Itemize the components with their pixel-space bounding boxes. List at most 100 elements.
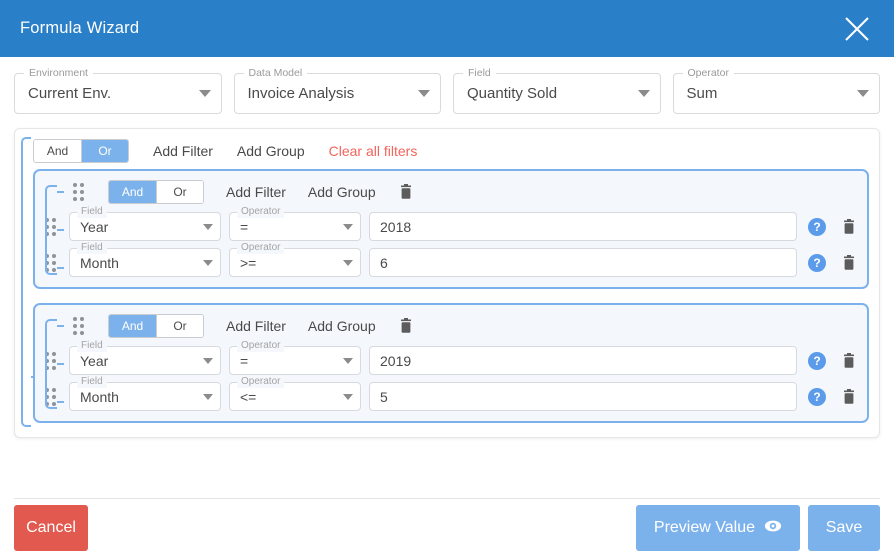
chevron-down-icon <box>203 224 213 230</box>
group-add-filter-button[interactable]: Add Filter <box>226 318 286 334</box>
filter-field-value: Year <box>80 219 197 235</box>
filter-operator-select[interactable]: Operator = <box>229 346 361 375</box>
root-add-group-button[interactable]: Add Group <box>237 143 305 159</box>
root-bracket <box>21 137 31 427</box>
filter-value-input[interactable]: 2018 <box>369 212 797 241</box>
eye-icon <box>764 517 782 540</box>
filter-operator-value: = <box>240 219 337 235</box>
group-toggle-or[interactable]: Or <box>156 315 203 337</box>
group-bracket-stub <box>57 401 64 403</box>
filter-field-label: Field <box>77 241 107 254</box>
group-add-group-button[interactable]: Add Group <box>308 318 376 334</box>
window-title: Formula Wizard <box>20 19 139 38</box>
operator-value: Sum <box>687 85 852 102</box>
filter-field-label: Field <box>77 339 107 352</box>
preview-value-label: Preview Value <box>654 519 755 537</box>
field-label: Field <box>463 66 496 80</box>
filter-group: And Or Add Filter Add Group Field Year O… <box>33 303 869 423</box>
filter-field-value: Month <box>80 389 197 405</box>
filter-row: Field Month Operator <= 5 ? <box>45 382 857 411</box>
group-toggle-or[interactable]: Or <box>156 181 203 203</box>
filter-value-input[interactable]: 5 <box>369 382 797 411</box>
filter-field-select[interactable]: Field Month <box>69 248 221 277</box>
group-bracket-stub <box>57 229 64 231</box>
drag-handle-icon[interactable] <box>73 183 86 201</box>
filter-row: Field Year Operator = 2019 ? <box>45 346 857 375</box>
preview-value-button[interactable]: Preview Value <box>636 505 800 551</box>
drag-handle-icon[interactable] <box>73 317 86 335</box>
group-and-or-toggle[interactable]: And Or <box>108 314 204 338</box>
filter-operator-label: Operator <box>237 205 284 218</box>
chevron-down-icon <box>203 260 213 266</box>
group-bracket <box>45 319 57 409</box>
filter-operator-label: Operator <box>237 339 284 352</box>
cancel-button[interactable]: Cancel <box>14 505 88 551</box>
help-icon[interactable]: ? <box>808 254 826 272</box>
group-and-or-toggle[interactable]: And Or <box>108 180 204 204</box>
filter-delete-icon[interactable] <box>841 219 857 235</box>
filter-operator-select[interactable]: Operator <= <box>229 382 361 411</box>
help-icon[interactable]: ? <box>808 388 826 406</box>
chevron-down-icon <box>343 394 353 400</box>
filter-operator-select[interactable]: Operator = <box>229 212 361 241</box>
filter-field-label: Field <box>77 375 107 388</box>
chevron-down-icon <box>203 394 213 400</box>
group-toggle-and[interactable]: And <box>109 315 156 337</box>
filter-value-input[interactable]: 6 <box>369 248 797 277</box>
filter-delete-icon[interactable] <box>841 255 857 271</box>
root-toggle-or[interactable]: Or <box>81 140 128 162</box>
field-value: Quantity Sold <box>467 85 632 102</box>
chevron-down-icon <box>638 90 650 97</box>
filter-operator-label: Operator <box>237 241 284 254</box>
footer-divider <box>14 498 880 499</box>
root-filter-toolbar: And Or Add Filter Add Group Clear all fi… <box>25 139 869 163</box>
filter-operator-select[interactable]: Operator >= <box>229 248 361 277</box>
data-model-select[interactable]: Data Model Invoice Analysis <box>234 73 442 114</box>
chevron-down-icon <box>343 224 353 230</box>
chevron-down-icon <box>857 90 869 97</box>
chevron-down-icon <box>199 90 211 97</box>
help-icon[interactable]: ? <box>808 218 826 236</box>
environment-value: Current Env. <box>28 85 193 102</box>
group-bracket-stub <box>57 363 64 365</box>
filter-field-value: Year <box>80 353 197 369</box>
group-toolbar: And Or Add Filter Add Group <box>45 179 857 205</box>
close-icon[interactable] <box>838 10 876 48</box>
operator-select[interactable]: Operator Sum <box>673 73 881 114</box>
field-select[interactable]: Field Quantity Sold <box>453 73 661 114</box>
filter-builder-card: And Or Add Filter Add Group Clear all fi… <box>14 128 880 438</box>
filter-field-select[interactable]: Field Year <box>69 346 221 375</box>
group-delete-icon[interactable] <box>398 184 414 200</box>
environment-label: Environment <box>24 66 93 80</box>
help-icon[interactable]: ? <box>808 352 826 370</box>
filter-value-input[interactable]: 2019 <box>369 346 797 375</box>
window-titlebar: Formula Wizard <box>0 0 894 57</box>
environment-select[interactable]: Environment Current Env. <box>14 73 222 114</box>
data-model-label: Data Model <box>244 66 308 80</box>
filter-field-select[interactable]: Field Month <box>69 382 221 411</box>
group-delete-icon[interactable] <box>398 318 414 334</box>
group-toggle-and[interactable]: And <box>109 181 156 203</box>
filter-field-label: Field <box>77 205 107 218</box>
footer-bar: Cancel Preview Value Save <box>0 503 894 553</box>
chevron-down-icon <box>418 90 430 97</box>
filter-field-select[interactable]: Field Year <box>69 212 221 241</box>
group-bracket <box>45 185 57 275</box>
filter-operator-label: Operator <box>237 375 284 388</box>
group-bracket-stub <box>57 325 64 327</box>
filter-delete-icon[interactable] <box>841 389 857 405</box>
filter-operator-value: <= <box>240 389 337 405</box>
group-bracket-stub <box>57 267 64 269</box>
chevron-down-icon <box>343 358 353 364</box>
filter-delete-icon[interactable] <box>841 353 857 369</box>
clear-all-filters-button[interactable]: Clear all filters <box>329 143 418 159</box>
group-add-filter-button[interactable]: Add Filter <box>226 184 286 200</box>
root-toggle-and[interactable]: And <box>34 140 81 162</box>
group-add-group-button[interactable]: Add Group <box>308 184 376 200</box>
filter-field-value: Month <box>80 255 197 271</box>
chevron-down-icon <box>203 358 213 364</box>
filter-operator-value: >= <box>240 255 337 271</box>
root-and-or-toggle[interactable]: And Or <box>33 139 129 163</box>
save-button[interactable]: Save <box>808 505 880 551</box>
root-add-filter-button[interactable]: Add Filter <box>153 143 213 159</box>
